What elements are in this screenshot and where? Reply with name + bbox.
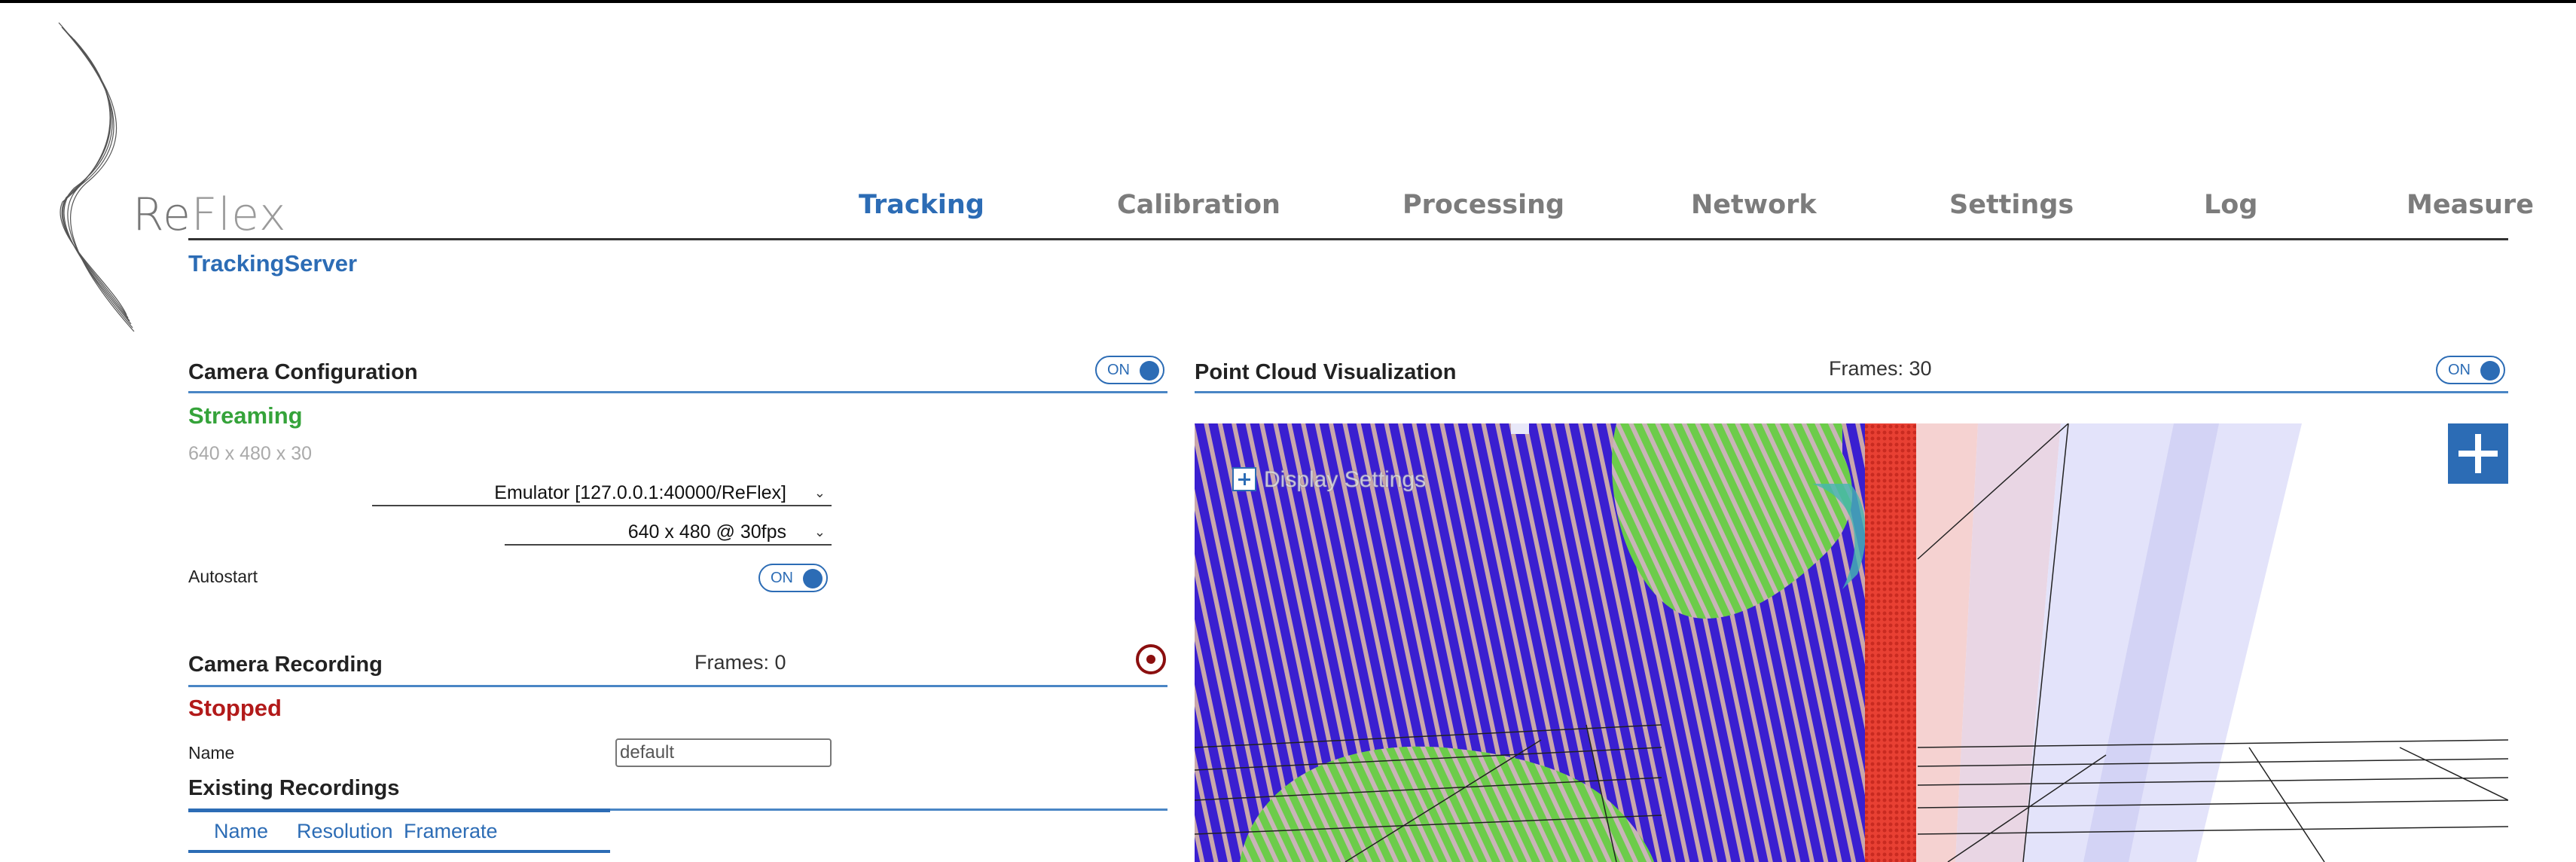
app-logo-text: ReFlex <box>133 188 287 241</box>
expand-plus-icon <box>1232 467 1256 491</box>
nav-tab-measure[interactable]: Measure <box>2407 190 2534 220</box>
column-header-resolution[interactable]: Resolution <box>297 820 393 843</box>
camera-recording-title: Camera Recording <box>188 653 383 677</box>
table-header-bottom-border <box>188 850 610 853</box>
main-navigation: Tracking Calibration Processing Network … <box>859 190 2534 237</box>
chevron-down-icon: ⌄ <box>813 485 826 500</box>
point-cloud-toggle[interactable]: ON <box>2436 356 2505 384</box>
recording-name-input[interactable] <box>615 738 832 767</box>
camera-recording-divider <box>188 685 1167 687</box>
record-icon <box>1146 655 1155 664</box>
point-cloud-title: Point Cloud Visualization <box>1195 360 1457 384</box>
point-cloud-canvas[interactable]: Display Settings <box>1195 423 2508 862</box>
camera-config-toggle[interactable]: ON <box>1095 356 1164 384</box>
column-header-name[interactable]: Name <box>214 820 268 843</box>
toggle-knob <box>1140 361 1159 381</box>
record-button[interactable] <box>1136 644 1166 674</box>
existing-recordings-title: Existing Recordings <box>188 776 400 800</box>
nav-tab-network[interactable]: Network <box>1691 190 1817 220</box>
toggle-knob <box>2480 361 2500 381</box>
autostart-toggle[interactable]: ON <box>758 564 828 592</box>
device-select-value: Emulator [127.0.0.1:40000/ReFlex] <box>494 482 786 503</box>
recording-frames-count: Frames: 0 <box>694 651 786 674</box>
mode-select-value: 640 x 480 @ 30fps <box>627 521 786 543</box>
nav-divider <box>188 238 2508 240</box>
reflex-logo-icon <box>58 23 135 332</box>
page-subtitle: TrackingServer <box>188 250 358 277</box>
toggle-label: ON <box>2448 362 2471 378</box>
recording-name-label: Name <box>188 743 235 763</box>
streaming-status: Streaming <box>188 402 303 429</box>
camera-device-select[interactable]: Emulator [127.0.0.1:40000/ReFlex] ⌄ <box>372 481 832 506</box>
toggle-label: ON <box>771 570 793 586</box>
nav-tab-processing[interactable]: Processing <box>1402 190 1564 220</box>
nav-tab-settings[interactable]: Settings <box>1949 190 2074 220</box>
recording-status: Stopped <box>188 695 282 721</box>
camera-config-divider <box>188 391 1167 393</box>
nav-tab-log[interactable]: Log <box>2204 190 2257 220</box>
column-header-framerate[interactable]: Framerate <box>404 820 498 843</box>
autostart-label: Autostart <box>188 567 258 586</box>
nav-tab-calibration[interactable]: Calibration <box>1117 190 1280 220</box>
nav-tab-tracking[interactable]: Tracking <box>859 190 984 220</box>
point-cloud-frames-count: Frames: 30 <box>1829 357 1932 380</box>
display-settings-label: Display Settings <box>1264 467 1427 492</box>
table-header-top-border <box>188 809 610 812</box>
toggle-label: ON <box>1107 362 1130 378</box>
resolution-info: 640 x 480 x 30 <box>188 443 313 464</box>
point-cloud-divider <box>1195 391 2508 393</box>
chevron-down-icon: ⌄ <box>813 524 826 540</box>
camera-mode-select[interactable]: 640 x 480 @ 30fps ⌄ <box>505 520 832 546</box>
add-button[interactable] <box>2448 423 2508 484</box>
plus-icon-vertical <box>2475 434 2481 473</box>
toggle-knob <box>803 569 823 588</box>
camera-config-title: Camera Configuration <box>188 360 418 384</box>
